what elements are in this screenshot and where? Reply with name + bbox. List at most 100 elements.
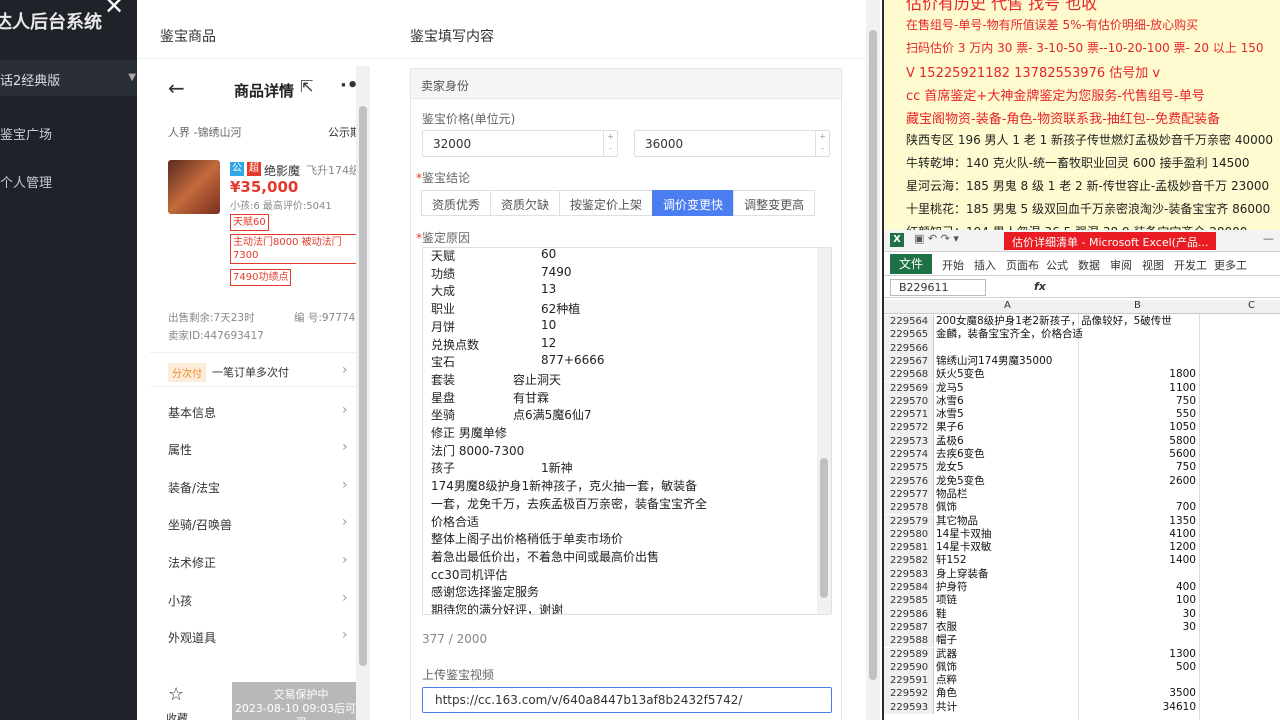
cell-a[interactable]: 角色	[936, 687, 957, 700]
table-row[interactable]: 229590 佩饰 500	[884, 660, 1280, 675]
cell-a[interactable]: 身上穿装备	[936, 568, 989, 581]
row-number[interactable]: 229566	[884, 341, 934, 355]
menu-equipment[interactable]: 装备/法宝	[168, 479, 220, 496]
cell-a[interactable]: 锦绣山河174男魔35000	[936, 355, 1052, 368]
column-header[interactable]: C	[1248, 300, 1255, 311]
table-row[interactable]: 229566	[884, 341, 1280, 355]
textarea-scrollbar[interactable]	[817, 248, 831, 614]
ribbon-tab[interactable]: 公式	[1046, 257, 1068, 273]
cell-b[interactable]: 1800	[1074, 368, 1196, 381]
cell-a[interactable]: 龙免5变色	[936, 475, 985, 488]
cell-b[interactable]: 1400	[1074, 554, 1196, 567]
row-number[interactable]: 229590	[884, 660, 934, 675]
window-controls-icon[interactable]: —	[1263, 232, 1274, 245]
row-number[interactable]: 229567	[884, 354, 934, 369]
menu-mounts[interactable]: 坐骑/召唤兽	[168, 516, 232, 533]
table-row[interactable]: 229582 轩152 1400	[884, 554, 1280, 568]
cell-a[interactable]: 冰雪5	[936, 408, 964, 421]
table-row[interactable]: 229592 角色 3500	[884, 687, 1280, 701]
table-row[interactable]: 229583 身上穿装备	[884, 567, 1280, 581]
row-number[interactable]: 229586	[884, 607, 934, 621]
table-row[interactable]: 229573 孟极6 5800	[884, 434, 1280, 448]
conclusion-option[interactable]: 调整变更高	[733, 190, 816, 216]
cell-a[interactable]: 龙女5	[936, 461, 964, 474]
row-number[interactable]: 229582	[884, 554, 934, 568]
menu-basic-info[interactable]: 基本信息	[168, 404, 216, 421]
cell-a[interactable]: 去疾6变色	[936, 448, 985, 461]
reason-textarea[interactable]: 天赋 60 功绩 7490 大成 13 职业 62种植 月饼 10 兑换点数 12 宝石 877+6666…	[422, 247, 832, 615]
cell-a[interactable]: 项链	[936, 594, 957, 607]
row-number[interactable]: 229565	[884, 328, 934, 342]
row-number[interactable]: 229588	[884, 634, 934, 648]
table-row[interactable]: 229568 妖火5变色 1800	[884, 368, 1280, 382]
cell-b[interactable]: 2600	[1074, 475, 1196, 488]
cell-b[interactable]: 34610	[1074, 701, 1196, 714]
cell-a[interactable]: 200女魔8级护身1老2新孩子，品像较好，5破传世	[936, 315, 1172, 328]
cell-a[interactable]: 14星卡双抽	[936, 528, 991, 541]
table-row[interactable]: 229580 14星卡双抽 4100	[884, 527, 1280, 542]
cell-a[interactable]: 冰雪6	[936, 395, 964, 408]
row-number[interactable]: 229591	[884, 674, 934, 688]
cell-a[interactable]: 物品栏	[936, 488, 968, 501]
table-row[interactable]: 229591 点粹	[884, 674, 1280, 688]
column-header[interactable]: A	[1004, 300, 1011, 311]
cell-a[interactable]: 轩152	[936, 554, 967, 567]
conclusion-option[interactable]: 资质欠缺	[490, 190, 561, 216]
cell-b[interactable]: 700	[1074, 501, 1196, 514]
cell-b[interactable]: 500	[1074, 661, 1196, 674]
column-header[interactable]: B	[1134, 300, 1141, 311]
table-row[interactable]: 229577 物品栏	[884, 487, 1280, 502]
row-number[interactable]: 229578	[884, 501, 934, 515]
row-number[interactable]: 229572	[884, 421, 934, 435]
table-row[interactable]: 229564 200女魔8级护身1老2新孩子，品像较好，5破传世	[884, 315, 1280, 329]
scroll-thumb[interactable]	[359, 106, 367, 666]
cell-a[interactable]: 妖火5变色	[936, 368, 985, 381]
cell-b[interactable]: 30	[1074, 621, 1196, 634]
row-number[interactable]: 229587	[884, 620, 934, 635]
cell-b[interactable]: 550	[1074, 408, 1196, 421]
conclusion-option[interactable]: 按鉴定价上架	[559, 190, 654, 216]
share-icon[interactable]: ⇱	[300, 77, 313, 96]
row-number[interactable]: 229574	[884, 448, 934, 462]
cell-b[interactable]: 1300	[1074, 648, 1196, 661]
row-number[interactable]: 229571	[884, 408, 934, 422]
table-row[interactable]: 229581 14星卡双敏 1200	[884, 541, 1280, 555]
ribbon-tab[interactable]: 页面布	[1006, 257, 1039, 273]
nav-item-personal[interactable]: 个人管理	[0, 172, 52, 191]
menu-attributes[interactable]: 属性	[168, 441, 192, 458]
row-number[interactable]: 229576	[884, 474, 934, 488]
table-row[interactable]: 229565 金麟，装备宝宝齐全，价格合适	[884, 328, 1280, 342]
table-row[interactable]: 229567 锦绣山河174男魔35000	[884, 354, 1280, 369]
row-number[interactable]: 229569	[884, 381, 934, 395]
cell-b[interactable]: 1050	[1074, 421, 1196, 434]
table-row[interactable]: 229569 龙马5 1100	[884, 381, 1280, 395]
row-number[interactable]: 229575	[884, 461, 934, 475]
cell-b[interactable]: 750	[1074, 395, 1196, 408]
cell-a[interactable]: 果子6	[936, 421, 964, 434]
table-row[interactable]: 229587 衣服 30	[884, 620, 1280, 635]
stepper-icon[interactable]: + -	[603, 131, 617, 156]
table-row[interactable]: 229593 共计 34610	[884, 700, 1280, 714]
cell-a[interactable]: 衣服	[936, 621, 957, 634]
table-row[interactable]: 229589 武器 1300	[884, 647, 1280, 661]
cell-b[interactable]: 4100	[1074, 528, 1196, 541]
version-select[interactable]: 话2经典版 ▼	[0, 60, 140, 96]
nav-item-square[interactable]: 鉴宝广场	[0, 124, 52, 143]
fx-icon[interactable]: fx	[1034, 280, 1046, 293]
cell-b[interactable]: 750	[1074, 461, 1196, 474]
star-icon[interactable]: ☆	[168, 684, 184, 705]
chevron-right-icon[interactable]: ›	[342, 362, 348, 378]
row-number[interactable]: 229593	[884, 700, 934, 714]
cell-a[interactable]: 鞋	[936, 608, 947, 621]
trade-protection-button[interactable]: 交易保护中 2023-08-10 09:03后可购买	[232, 682, 370, 720]
table-row[interactable]: 229578 佩饰 700	[884, 501, 1280, 515]
row-number[interactable]: 229577	[884, 487, 934, 502]
cell-a[interactable]: 护身符	[936, 581, 968, 594]
ribbon-tab[interactable]: 插入	[974, 257, 996, 273]
row-number[interactable]: 229592	[884, 687, 934, 701]
conclusion-option-selected[interactable]: 调价变更快	[652, 190, 735, 216]
cell-a[interactable]: 金麟，装备宝宝齐全，价格合适	[936, 328, 1083, 341]
price-high-input[interactable]: 36000 + -	[634, 130, 830, 157]
cell-a[interactable]: 其它物品	[936, 515, 978, 528]
table-row[interactable]: 229579 其它物品 1350	[884, 514, 1280, 528]
